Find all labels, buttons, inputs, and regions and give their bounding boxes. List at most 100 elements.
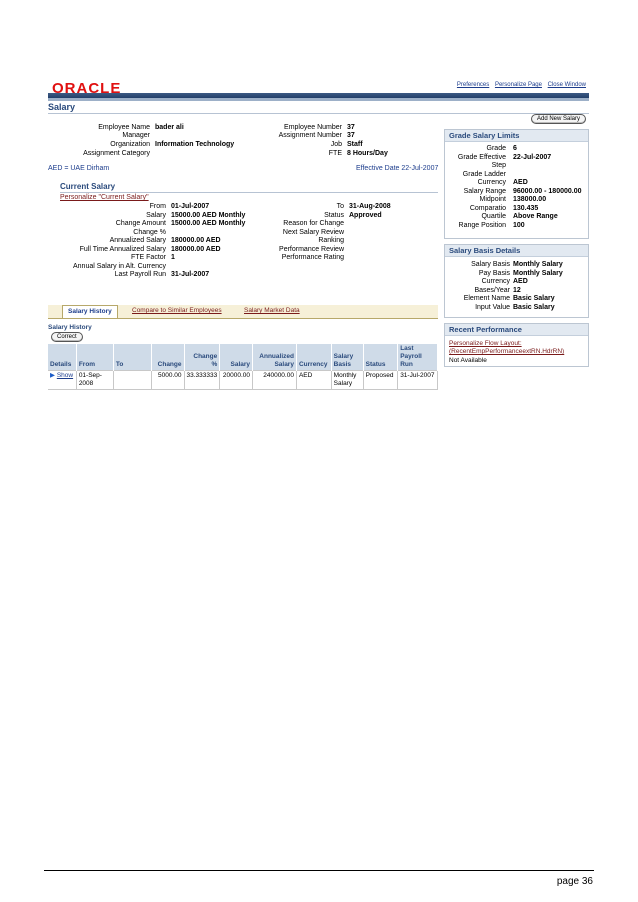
manager-label: Manager xyxy=(122,132,150,139)
performance-status: Not Available xyxy=(449,357,487,364)
quartile-label: Quartile xyxy=(481,213,506,220)
employee-name-label: Employee Name xyxy=(98,124,150,131)
organization-label: Organization xyxy=(110,141,150,148)
next-salary-review-label: Next Salary Review xyxy=(282,228,344,236)
basis-currency-label: Currency xyxy=(481,278,510,285)
grade-salary-limits-box: Grade Salary Limits Grade 6 Grade Effect… xyxy=(444,129,589,239)
to-value: 31-Aug-2008 xyxy=(349,203,391,210)
assignment-number-label: Assignment Number xyxy=(278,132,342,139)
column-header: Change % xyxy=(184,344,221,371)
expand-arrow-icon[interactable]: ▶ xyxy=(50,372,55,379)
salary-cell: 20000.00 xyxy=(219,370,254,390)
quartile-value: Above Range xyxy=(513,213,558,220)
bases-year-value: 12 xyxy=(513,286,521,294)
fte-value: 8 Hours/Day xyxy=(347,150,388,157)
job-value: Staff xyxy=(347,141,363,148)
element-name-value: Basic Salary xyxy=(513,295,555,302)
column-header: To xyxy=(113,344,153,371)
salary-history-table: Details From To Change Change % Salary A… xyxy=(48,344,438,390)
details-cell: ▶ Show xyxy=(48,370,77,390)
status-value: Approved xyxy=(349,211,382,219)
salary-tabs: Salary History Compare to Similar Employ… xyxy=(48,305,438,319)
column-header: From xyxy=(76,344,114,371)
correct-button[interactable]: Correct xyxy=(51,332,83,342)
step-label: Step xyxy=(491,162,506,169)
salary-basis-label: Salary Basis xyxy=(471,261,510,268)
global-links: Preferences Personalize Page Close Windo… xyxy=(453,82,586,88)
show-details-link[interactable]: Show xyxy=(57,372,73,379)
salary-basis-cell: Monthly Salary xyxy=(330,370,364,390)
pay-basis-value: Monthly Salary xyxy=(513,269,563,277)
performance-review-label: Performance Review xyxy=(279,245,344,253)
salary-history-title: Salary History xyxy=(48,324,92,331)
tab-salary-market-data[interactable]: Salary Market Data xyxy=(244,307,300,314)
column-header: Salary xyxy=(219,344,254,371)
table-row: ▶ Show 01-Sep-2008 5000.00 33.333333 200… xyxy=(48,370,438,390)
midpoint-label: Midpoint xyxy=(479,196,506,203)
alt-currency-label: Annual Salary in Alt. Currency xyxy=(73,262,166,270)
footer-divider xyxy=(44,870,594,871)
recent-performance-title: Recent Performance xyxy=(445,324,588,336)
full-time-annualized-label: Full Time Annualized Salary xyxy=(79,245,166,253)
employee-name-value: bader ali xyxy=(155,124,184,131)
effective-date: Effective Date 22-Jul-2007 xyxy=(356,165,439,172)
employee-number-value: 37 xyxy=(347,124,355,131)
assignment-number-value: 37 xyxy=(347,132,355,139)
currency-note: AED = UAE Dirham xyxy=(48,165,110,172)
personalize-current-salary-link[interactable]: Personalize "Current Salary" xyxy=(60,194,149,201)
column-header: Last Payroll Run xyxy=(397,344,438,371)
basis-currency-value: AED xyxy=(513,278,528,285)
close-window-link[interactable]: Close Window xyxy=(548,82,586,88)
tab-compare-similar-employees[interactable]: Compare to Similar Employees xyxy=(132,307,222,314)
employee-number-label: Employee Number xyxy=(284,124,342,131)
change-cell: 5000.00 xyxy=(151,370,185,390)
salary-range-value: 96000.00 - 180000.00 xyxy=(513,187,582,195)
column-header: Details xyxy=(48,344,77,371)
recent-performance-box: Recent Performance Personalize Flow Layo… xyxy=(444,323,589,367)
range-position-value: 100 xyxy=(513,221,525,229)
tab-salary-history[interactable]: Salary History xyxy=(62,305,118,318)
job-label: Job xyxy=(330,141,342,148)
salary-label: Salary xyxy=(146,211,166,219)
grade-effective-value: 22-Jul-2007 xyxy=(513,153,552,161)
column-header: Status xyxy=(363,344,399,371)
last-payroll-run-value: 31-Jul-2007 xyxy=(171,271,210,278)
from-label: From xyxy=(149,203,166,210)
comparatio-label: Comparatio xyxy=(469,204,506,212)
personalize-page-link[interactable]: Personalize Page xyxy=(495,82,542,88)
header-subbar xyxy=(48,98,589,101)
personalize-flow-layout-region-link[interactable]: (RecentEmpPerformanceextRN.HdrRN) xyxy=(449,348,564,355)
element-name-label: Element Name xyxy=(463,295,510,302)
grade-label: Grade xyxy=(486,145,506,152)
change-amount-label: Change Amount xyxy=(115,220,166,227)
grade-ladder-label: Grade Ladder xyxy=(462,170,506,178)
change-percent-label: Change % xyxy=(133,228,166,236)
input-value-value: Basic Salary xyxy=(513,303,555,311)
column-header: Salary Basis xyxy=(331,344,364,371)
comparatio-value: 130.435 xyxy=(513,204,539,212)
annualized-cell: 240000.00 xyxy=(252,370,297,390)
last-payroll-run-cell: 31-Jul-2007 xyxy=(397,370,438,390)
table-header-row: Details From To Change Change % Salary A… xyxy=(48,344,438,371)
salary-basis-details-title: Salary Basis Details xyxy=(445,245,588,257)
preferences-link[interactable]: Preferences xyxy=(457,82,489,88)
add-new-salary-button[interactable]: Add New Salary xyxy=(531,114,587,124)
ranking-label: Ranking xyxy=(318,237,344,244)
from-cell: 01-Sep-2008 xyxy=(75,370,114,390)
change-percent-cell: 33.333333 xyxy=(183,370,221,390)
title-divider xyxy=(48,113,589,114)
fte-label: FTE xyxy=(328,150,342,157)
grade-salary-limits-title: Grade Salary Limits xyxy=(445,130,588,142)
currency-label: Currency xyxy=(477,179,506,186)
status-label: Status xyxy=(324,211,344,219)
currency-cell: AED xyxy=(295,370,332,390)
personalize-flow-layout-link[interactable]: Personalize Flow Layout: xyxy=(449,340,522,347)
current-salary-divider xyxy=(60,192,438,193)
fte-factor-label: FTE Factor xyxy=(130,254,166,261)
to-label: To xyxy=(336,203,344,210)
current-salary-title: Current Salary xyxy=(60,182,116,191)
salary-basis-details-box: Salary Basis Details Salary Basis Monthl… xyxy=(444,244,589,318)
fte-factor-value: 1 xyxy=(171,254,175,261)
page-number: page 36 xyxy=(556,876,593,887)
grade-value: 6 xyxy=(513,145,517,152)
